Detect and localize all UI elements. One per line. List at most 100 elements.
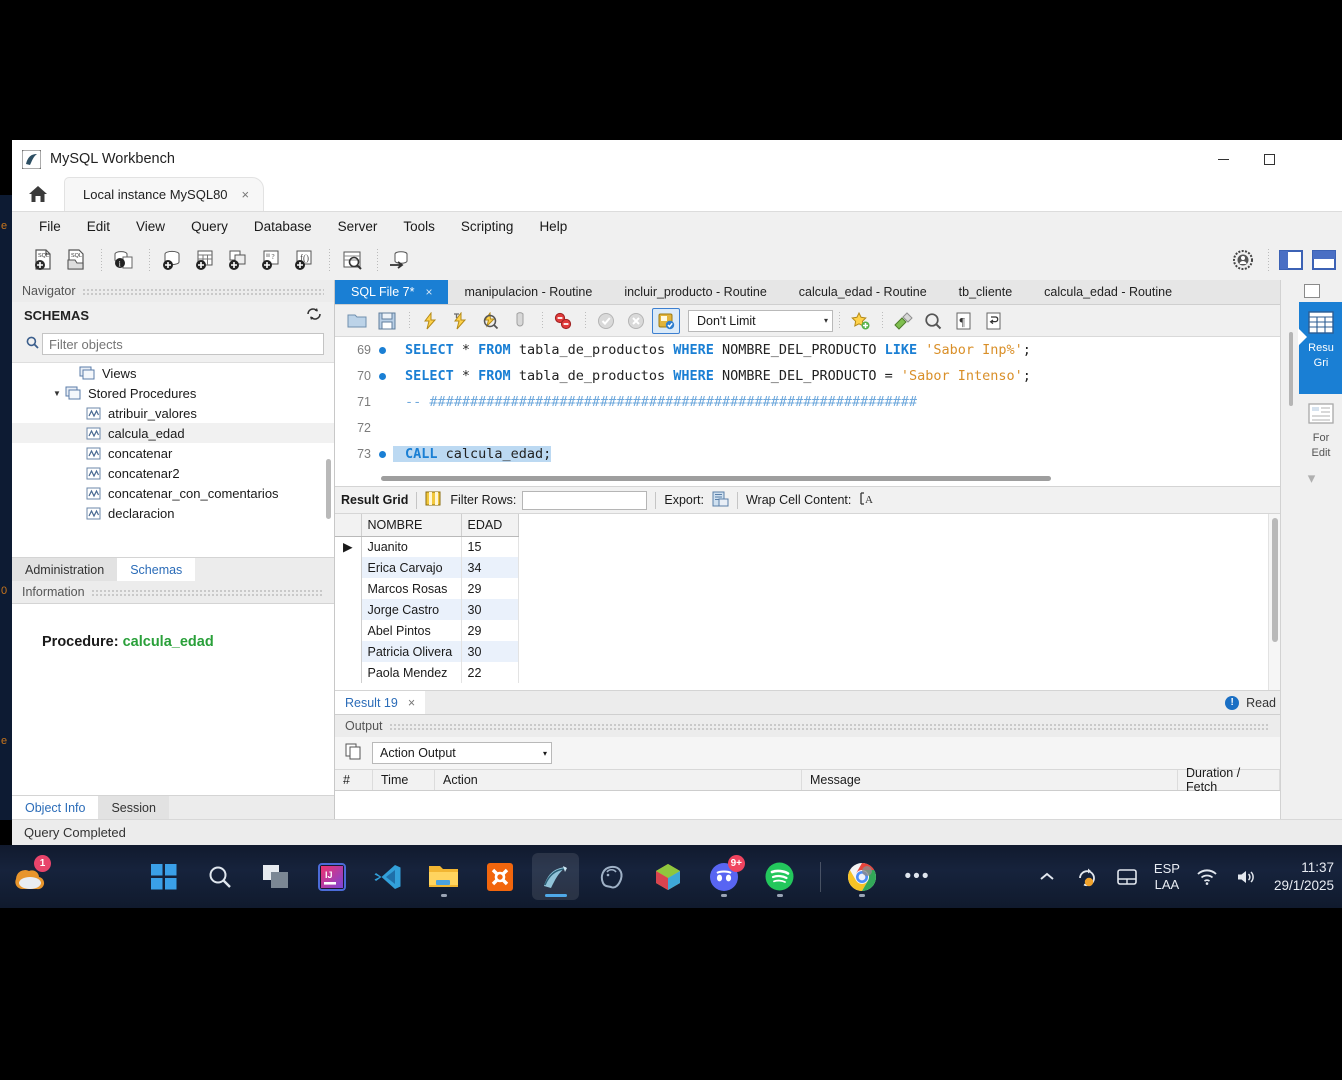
home-tab-button[interactable]: [12, 177, 64, 211]
column-header-nombre[interactable]: NOMBRE: [361, 514, 462, 537]
file-explorer-icon[interactable]: [420, 853, 467, 900]
open-file-icon[interactable]: [343, 308, 371, 334]
show-hidden-icons-chevron[interactable]: [1034, 864, 1060, 890]
postgresql-icon[interactable]: [588, 853, 635, 900]
tab-schemas[interactable]: Schemas: [117, 558, 196, 581]
tree-node-views[interactable]: Views: [12, 363, 334, 383]
grid-view-icon[interactable]: [425, 491, 441, 509]
tab-incluir-producto-routine[interactable]: incluir_producto - Routine: [608, 280, 782, 304]
explain-query-icon[interactable]: [476, 308, 504, 334]
table-row[interactable]: Jorge Castro 30: [335, 599, 519, 620]
refresh-icon[interactable]: [306, 307, 322, 324]
clock[interactable]: 11:37 29/1/2025: [1274, 859, 1334, 895]
side-tab-result-grid[interactable]: Resu Gri: [1298, 302, 1342, 394]
create-procedure-icon[interactable]: ?: [256, 245, 286, 275]
tree-node-calcula-edad[interactable]: calcula_edad: [12, 423, 334, 443]
menu-item-view[interactable]: View: [123, 216, 178, 237]
spotify-icon[interactable]: [756, 853, 803, 900]
cell-nombre[interactable]: Abel Pintos: [361, 620, 462, 641]
start-button-icon[interactable]: [140, 853, 187, 900]
table-row[interactable]: Marcos Rosas 29: [335, 578, 519, 599]
copy-output-icon[interactable]: [345, 743, 362, 763]
cell-edad[interactable]: 22: [461, 662, 519, 683]
stop-on-error-icon[interactable]: [506, 308, 534, 334]
tab-administration[interactable]: Administration: [12, 558, 118, 581]
breakpoint-icon[interactable]: [371, 446, 393, 462]
scrollbar-thumb[interactable]: [1272, 518, 1278, 642]
tree-node-concatenar[interactable]: concatenar: [12, 443, 334, 463]
task-view-button-icon[interactable]: [252, 853, 299, 900]
menu-item-database[interactable]: Database: [241, 216, 325, 237]
notification-app-icon[interactable]: 1: [6, 853, 53, 900]
toggle-stop-icon[interactable]: [549, 308, 577, 334]
toggle-invisible-chars-icon[interactable]: ¶: [949, 308, 977, 334]
cell-edad[interactable]: 30: [461, 599, 519, 620]
tab-object-info[interactable]: Object Info: [12, 796, 99, 819]
chevron-down-icon[interactable]: ▾: [543, 749, 547, 758]
toggle-sidebar-icon[interactable]: [1276, 245, 1306, 275]
open-sql-script-icon[interactable]: SQL: [61, 245, 91, 275]
limit-rows-select[interactable]: Don't Limit ▾: [688, 309, 833, 332]
tree-node-declaracion[interactable]: declaracion: [12, 503, 334, 523]
tab-calcula-edad-routine-2[interactable]: calcula_edad - Routine: [1028, 280, 1188, 304]
tree-node-concatenar-con-comentarios[interactable]: concatenar_con_comentarios: [12, 483, 334, 503]
result-tab-19[interactable]: Result 19 ×: [335, 691, 426, 714]
cell-edad[interactable]: 15: [461, 536, 519, 557]
cell-edad[interactable]: 29: [461, 578, 519, 599]
google-chrome-icon[interactable]: [838, 853, 885, 900]
xampp-icon[interactable]: [476, 853, 523, 900]
grid-vertical-scrollbar[interactable]: [1268, 514, 1280, 690]
schema-tree[interactable]: Views ▼ Stored Procedures atribuir_valor…: [12, 362, 334, 557]
table-row[interactable]: ▶ Juanito 15: [335, 536, 519, 557]
cell-nombre[interactable]: Paola Mendez: [361, 662, 462, 683]
save-snippet-icon[interactable]: [846, 308, 874, 334]
create-view-icon[interactable]: [223, 245, 253, 275]
column-header-edad[interactable]: EDAD: [461, 514, 519, 537]
tab-sql-file-7[interactable]: SQL File 7* ×: [335, 280, 449, 304]
export-icon[interactable]: [712, 491, 729, 510]
unity-icon[interactable]: [644, 853, 691, 900]
cell-nombre[interactable]: Juanito: [361, 536, 462, 557]
execute-all-icon[interactable]: [416, 308, 444, 334]
chevron-down-icon[interactable]: ▾: [1281, 469, 1342, 487]
result-grid[interactable]: NOMBRE EDAD ▶ Juanito 15 Erica Carvajo 3…: [335, 514, 1280, 690]
save-file-icon[interactable]: [373, 308, 401, 334]
editor-horizontal-scrollbar[interactable]: [381, 476, 1051, 481]
output-table-body[interactable]: [335, 791, 1280, 819]
create-function-icon[interactable]: f(): [289, 245, 319, 275]
expander-icon[interactable]: ▼: [50, 389, 64, 398]
find-icon[interactable]: [919, 308, 947, 334]
panel-toggle-icon[interactable]: [1303, 284, 1320, 298]
menu-item-scripting[interactable]: Scripting: [448, 216, 527, 237]
table-row[interactable]: Erica Carvajo 34: [335, 557, 519, 578]
minimize-button[interactable]: [1200, 140, 1246, 178]
tree-node-concatenar2[interactable]: concatenar2: [12, 463, 334, 483]
cell-nombre[interactable]: Erica Carvajo: [361, 557, 462, 578]
menu-item-tools[interactable]: Tools: [390, 216, 448, 237]
search-data-icon[interactable]: [337, 245, 367, 275]
create-schema-icon[interactable]: [157, 245, 187, 275]
cell-edad[interactable]: 29: [461, 620, 519, 641]
tab-session[interactable]: Session: [98, 796, 169, 819]
beautify-sql-icon[interactable]: [889, 308, 917, 334]
wifi-icon[interactable]: [1194, 864, 1220, 890]
connection-tab-local-instance[interactable]: Local instance MySQL80 ×: [64, 177, 265, 211]
wrap-cell-icon[interactable]: A: [859, 491, 875, 509]
cell-nombre[interactable]: Marcos Rosas: [361, 578, 462, 599]
new-sql-tab-icon[interactable]: SQL: [28, 245, 58, 275]
intellij-idea-icon[interactable]: IJ: [308, 853, 355, 900]
tab-tb-cliente[interactable]: tb_cliente: [943, 280, 1029, 304]
mysql-workbench-taskbar-icon[interactable]: [532, 853, 579, 900]
discord-icon[interactable]: 9+: [700, 853, 747, 900]
close-icon[interactable]: ×: [242, 187, 250, 202]
menu-item-server[interactable]: Server: [325, 216, 391, 237]
commit-icon[interactable]: [592, 308, 620, 334]
menu-item-file[interactable]: File: [26, 216, 74, 237]
rollback-icon[interactable]: [622, 308, 650, 334]
create-table-icon[interactable]: [190, 245, 220, 275]
close-icon[interactable]: ×: [425, 285, 432, 299]
tree-node-stored-procedures[interactable]: ▼ Stored Procedures: [12, 383, 334, 403]
output-view-select[interactable]: Action Output ▾: [372, 742, 552, 764]
reconnect-server-icon[interactable]: [385, 245, 415, 275]
vs-code-icon[interactable]: [364, 853, 411, 900]
